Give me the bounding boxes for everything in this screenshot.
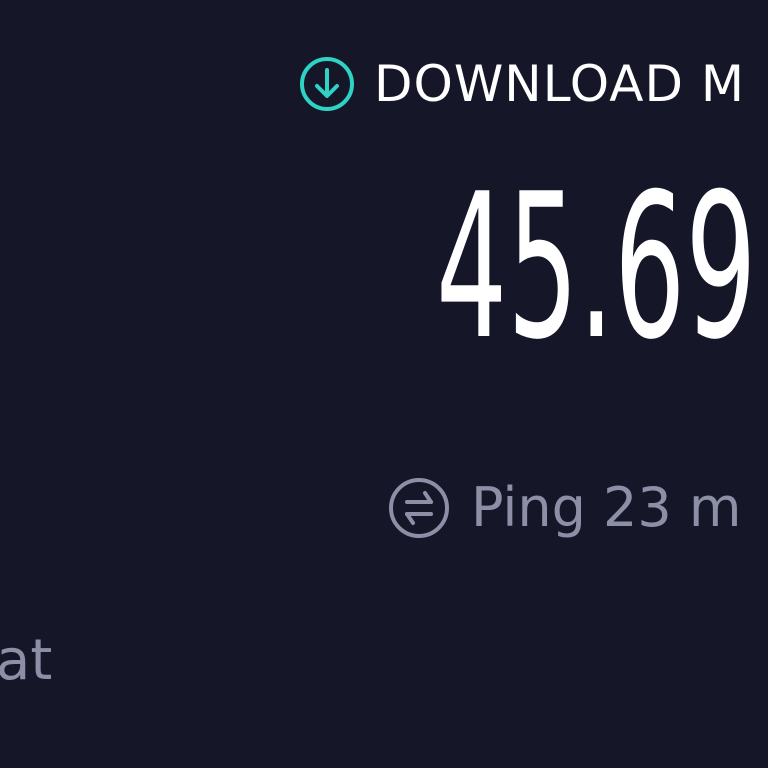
ping-arrows-circle-icon xyxy=(387,476,451,540)
download-header: DOWNLOAD M xyxy=(298,54,745,114)
download-label: DOWNLOAD M xyxy=(374,55,745,113)
ping-row: Ping 23 m xyxy=(387,475,742,541)
arrow-down-circle-icon xyxy=(298,55,356,113)
download-speed-value: 45.69 xyxy=(436,151,757,384)
left-edge-text-fragment: at xyxy=(0,628,53,693)
speedtest-result-screen: DOWNLOAD M 45.69 Ping 23 m at xyxy=(0,0,768,768)
ping-text: Ping 23 m xyxy=(471,476,742,539)
